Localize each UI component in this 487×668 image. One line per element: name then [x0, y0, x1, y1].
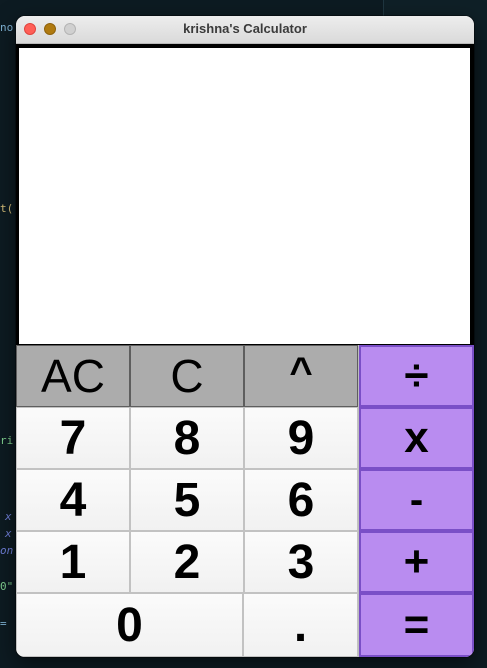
- display-screen: [19, 48, 470, 344]
- editor-fragment: 0": [0, 580, 14, 593]
- digit-1-button[interactable]: 1: [16, 531, 130, 593]
- editor-fragment: on: [0, 544, 14, 557]
- digit-6-button[interactable]: 6: [244, 469, 358, 531]
- editor-fragment: =: [0, 617, 7, 630]
- editor-fragment: no: [0, 21, 14, 34]
- digit-7-button[interactable]: 7: [16, 407, 130, 469]
- multiply-button[interactable]: x: [359, 407, 474, 469]
- digit-8-button[interactable]: 8: [130, 407, 244, 469]
- add-button[interactable]: +: [359, 531, 474, 593]
- calculator-window: krishna's Calculator AC C ^ ÷ 7 8 9 x 4 …: [16, 16, 474, 657]
- digit-5-button[interactable]: 5: [130, 469, 244, 531]
- power-button[interactable]: ^: [244, 345, 358, 407]
- editor-fragment: t(: [0, 202, 14, 215]
- equals-button[interactable]: =: [359, 593, 474, 657]
- editor-fragment: x: [5, 510, 12, 523]
- divide-button[interactable]: ÷: [359, 345, 474, 407]
- title-bar[interactable]: krishna's Calculator: [16, 16, 474, 44]
- subtract-button[interactable]: -: [359, 469, 474, 531]
- clear-button[interactable]: C: [130, 345, 244, 407]
- decimal-point-button[interactable]: .: [243, 593, 358, 657]
- editor-fragment: ri: [0, 434, 14, 447]
- display-frame: [16, 44, 474, 346]
- digit-9-button[interactable]: 9: [244, 407, 358, 469]
- editor-fragment: x: [5, 527, 12, 540]
- digit-3-button[interactable]: 3: [244, 531, 358, 593]
- all-clear-button[interactable]: AC: [16, 345, 130, 407]
- keypad: AC C ^ ÷ 7 8 9 x 4 5 6 - 1 2 3 + 0 . =: [16, 345, 474, 657]
- digit-2-button[interactable]: 2: [130, 531, 244, 593]
- window-title: krishna's Calculator: [183, 21, 307, 36]
- digit-4-button[interactable]: 4: [16, 469, 130, 531]
- digit-0-button[interactable]: 0: [16, 593, 243, 657]
